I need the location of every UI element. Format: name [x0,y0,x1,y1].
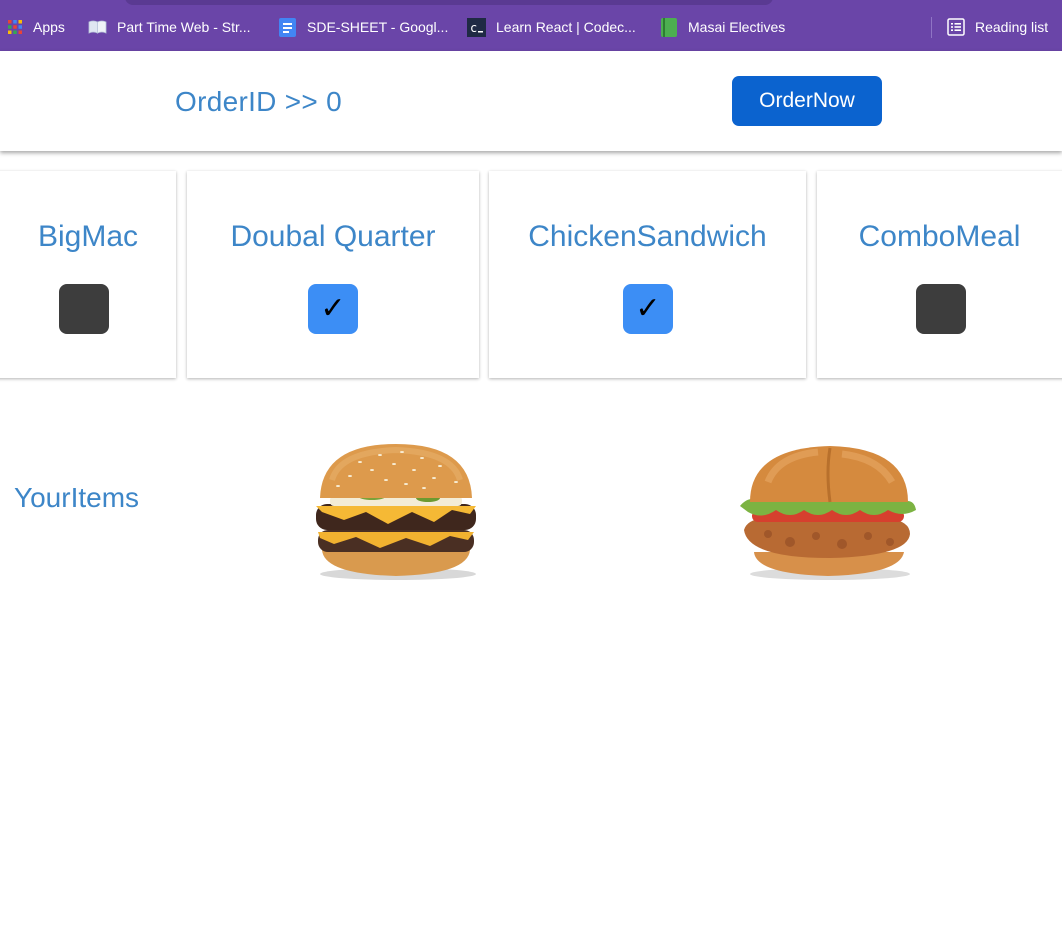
bookmark-label: SDE-SHEET - Googl... [307,19,449,35]
menu-item-checkbox[interactable] [916,284,966,334]
menu-item-checkbox[interactable]: ✓ [308,284,358,334]
bookmark-label: Learn React | Codec... [496,19,636,35]
bookmark-label: Masai Electives [688,19,786,35]
reading-list-icon [947,18,965,36]
menu-item-name: ChickenSandwich [528,220,767,253]
bookmark-masai-electives[interactable]: Masai Electives [660,17,785,37]
menu-item-name: Doubal Quarter [230,220,436,253]
bookmark-label: Apps [33,19,65,35]
menu-card-doubal-quarter: Doubal Quarter ✓ [187,171,479,378]
menu-card-bigmac: BigMac [0,171,176,378]
double-quarter-pounder-image [316,444,476,580]
order-now-button[interactable]: OrderNow [732,76,882,126]
bookmark-part-time-web[interactable]: Part Time Web - Str... [88,17,251,37]
menu-card-combo-meal: ComboMeal [817,171,1062,378]
order-id-text: OrderID >> 0 [175,86,343,117]
checkmark-icon: ✓ [635,292,661,325]
address-bar-edge [125,0,773,5]
codecademy-icon: c [467,17,486,37]
bookmark-divider [931,17,932,38]
apps-grid-icon [8,20,22,34]
menu-item-name: ComboMeal [858,220,1021,253]
bookmarks-bar: Apps Part Time Web - Str... SDE-SHEET - … [0,0,1062,51]
menu-item-checkbox[interactable] [59,284,109,334]
checkmark-icon: ✓ [320,292,346,325]
book-icon [88,20,107,34]
bookmark-apps[interactable]: Apps [7,17,65,37]
bookmark-label: Part Time Web - Str... [117,19,251,35]
chicken-sandwich-image [740,446,916,580]
google-docs-icon [279,17,296,37]
bookmark-sde-sheet[interactable]: SDE-SHEET - Googl... [278,17,448,37]
your-items-label: YourItems [14,482,140,513]
bookmark-learn-react[interactable]: c Learn React | Codec... [467,17,636,37]
menu-item-name: BigMac [37,220,139,253]
green-book-icon [661,17,677,37]
reading-list-button[interactable]: Reading list [947,17,1048,37]
reading-list-label: Reading list [975,19,1049,35]
svg-text:c: c [470,21,477,35]
menu-item-checkbox[interactable]: ✓ [623,284,673,334]
menu-card-chicken-sandwich: ChickenSandwich ✓ [489,171,806,378]
order-header: OrderID >> 0 OrderNow [0,51,1062,151]
